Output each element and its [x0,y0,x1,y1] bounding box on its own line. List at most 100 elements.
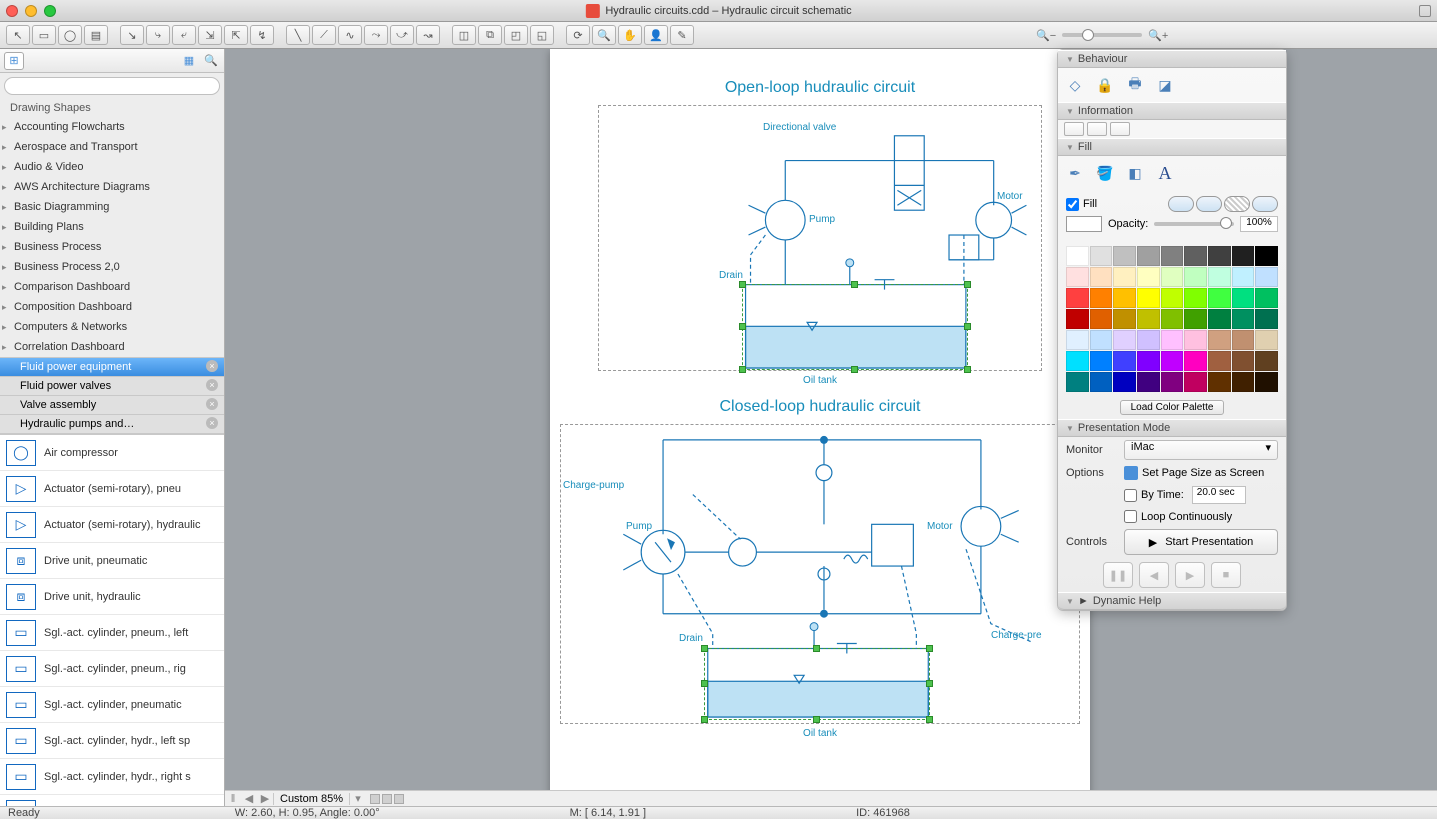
subcategory-item[interactable]: Valve assembly× [0,396,224,415]
palette-swatch[interactable] [1161,309,1184,329]
shape-item[interactable]: ▷Actuator (semi-rotary), pneu [0,471,224,507]
palette-swatch[interactable] [1090,372,1113,392]
library-search-button[interactable]: 🔍 [202,52,220,70]
palette-swatch[interactable] [1066,246,1089,266]
palette-swatch[interactable] [1113,309,1136,329]
selection-rect-2[interactable] [704,648,930,720]
shape-item[interactable]: ▭Sgl.-act. cylinder, pneum., left [0,615,224,651]
palette-swatch[interactable] [1137,288,1160,308]
palette-swatch[interactable] [1208,267,1231,287]
refresh-button[interactable]: ⟳ [566,25,590,45]
fill-solid-button[interactable] [1168,196,1194,212]
fullscreen-icon[interactable] [1419,5,1431,17]
palette-swatch[interactable] [1184,309,1207,329]
shape-item[interactable]: ▭Sgl.-act. cylinder, pneum., rig [0,651,224,687]
palette-swatch[interactable] [1208,246,1231,266]
section-dynamic-help[interactable]: ▼ Dynamic Help [1058,592,1286,610]
palette-swatch[interactable] [1184,351,1207,371]
by-time-input[interactable]: 20.0 sec [1192,486,1246,504]
connector-tool-5[interactable]: ⇱ [224,25,248,45]
palette-swatch[interactable] [1232,267,1255,287]
category-item[interactable]: Comparison Dashboard [0,277,224,297]
category-item[interactable]: Computers & Networks [0,317,224,337]
connector-tool-4[interactable]: ⇲ [198,25,222,45]
shadow-icon[interactable]: ◧ [1124,162,1146,184]
palette-swatch[interactable] [1137,267,1160,287]
section-information[interactable]: Information [1058,102,1286,120]
print-icon[interactable]: 🖶 [1124,74,1146,96]
category-item[interactable]: Building Plans [0,217,224,237]
pen-icon[interactable]: ✒ [1064,162,1086,184]
line-tool-3[interactable]: ∿ [338,25,362,45]
eyedropper-button[interactable]: ✎ [670,25,694,45]
palette-swatch[interactable] [1161,267,1184,287]
close-subcat-icon[interactable]: × [206,398,218,410]
page-thumb[interactable] [382,794,392,804]
palette-swatch[interactable] [1232,330,1255,350]
zoom-display[interactable]: Custom 85% [273,793,350,805]
pointer-tool-button[interactable]: ↖ [6,25,30,45]
line-tool-2[interactable]: ⟋ [312,25,336,45]
line-tool-4[interactable]: ⤳ [364,25,388,45]
info-tab-2[interactable] [1087,122,1107,136]
category-item[interactable]: Composition Dashboard [0,297,224,317]
palette-swatch[interactable] [1184,288,1207,308]
palette-swatch[interactable] [1208,372,1231,392]
category-item[interactable]: AWS Architecture Diagrams [0,177,224,197]
palette-swatch[interactable] [1090,267,1113,287]
group-tool-3[interactable]: ◰ [504,25,528,45]
subcategory-item[interactable]: Hydraulic pumps and…× [0,415,224,434]
palette-swatch[interactable] [1255,351,1278,371]
shape-item[interactable]: ▭Sgl.-act. cylinder, hydr., right s [0,759,224,795]
user-button[interactable]: 👤 [644,25,668,45]
drawing-canvas[interactable]: Open-loop hudraulic circuit [550,49,1090,806]
line-tool-5[interactable]: ⤻ [390,25,414,45]
subcategory-item[interactable]: Fluid power equipment× [0,358,224,377]
zoom-out-icon[interactable]: 🔍− [1036,29,1056,42]
start-presentation-button[interactable]: ▶Start Presentation [1124,529,1278,555]
opacity-value[interactable]: 100% [1240,216,1278,232]
palette-swatch[interactable] [1161,330,1184,350]
loop-checkbox[interactable]: Loop Continuously [1124,510,1232,523]
subcategory-item[interactable]: Fluid power valves× [0,377,224,396]
connector-tool-6[interactable]: ↯ [250,25,274,45]
load-palette-button[interactable]: Load Color Palette [1120,400,1225,415]
palette-swatch[interactable] [1090,330,1113,350]
close-subcat-icon[interactable]: × [206,417,218,429]
category-item[interactable]: Accounting Flowcharts [0,117,224,137]
palette-swatch[interactable] [1113,267,1136,287]
ellipse-tool-button[interactable]: ◯ [58,25,82,45]
fill-pattern-button[interactable] [1224,196,1250,212]
fill-checkbox[interactable]: Fill [1066,198,1097,211]
grid-view-button[interactable]: ▦ [180,52,198,70]
bucket-icon[interactable]: 🪣 [1094,162,1116,184]
shape-item[interactable]: ▷Actuator (semi-rotary), hydraulic [0,507,224,543]
connector-tool-1[interactable]: ↘ [120,25,144,45]
stop-button[interactable]: ■ [1211,562,1241,588]
palette-swatch[interactable] [1255,330,1278,350]
palette-swatch[interactable] [1255,288,1278,308]
layer-icon[interactable]: ◪ [1154,74,1176,96]
page-thumb[interactable] [370,794,380,804]
group-tool-2[interactable]: ⧉ [478,25,502,45]
palette-swatch[interactable] [1232,309,1255,329]
category-item[interactable]: Basic Diagramming [0,197,224,217]
palette-swatch[interactable] [1184,267,1207,287]
lock-icon[interactable]: 🔒 [1094,74,1116,96]
fill-image-button[interactable] [1252,196,1278,212]
scroll-start-icon[interactable]: ‖ [225,793,241,805]
palette-swatch[interactable] [1255,309,1278,329]
section-presentation[interactable]: Presentation Mode [1058,419,1286,437]
info-tab-1[interactable] [1064,122,1084,136]
text-tool-button[interactable]: ▤ [84,25,108,45]
pause-button[interactable]: ❚❚ [1103,562,1133,588]
scroll-right-icon[interactable]: ▶ [257,792,273,805]
category-item[interactable]: Business Process 2,0 [0,257,224,277]
category-item[interactable]: Aerospace and Transport [0,137,224,157]
next-button[interactable]: ▶ [1175,562,1205,588]
tree-view-button[interactable]: ⊞ [4,52,24,70]
category-item[interactable]: Business Process [0,237,224,257]
palette-swatch[interactable] [1090,288,1113,308]
palette-swatch[interactable] [1066,309,1089,329]
palette-swatch[interactable] [1066,372,1089,392]
